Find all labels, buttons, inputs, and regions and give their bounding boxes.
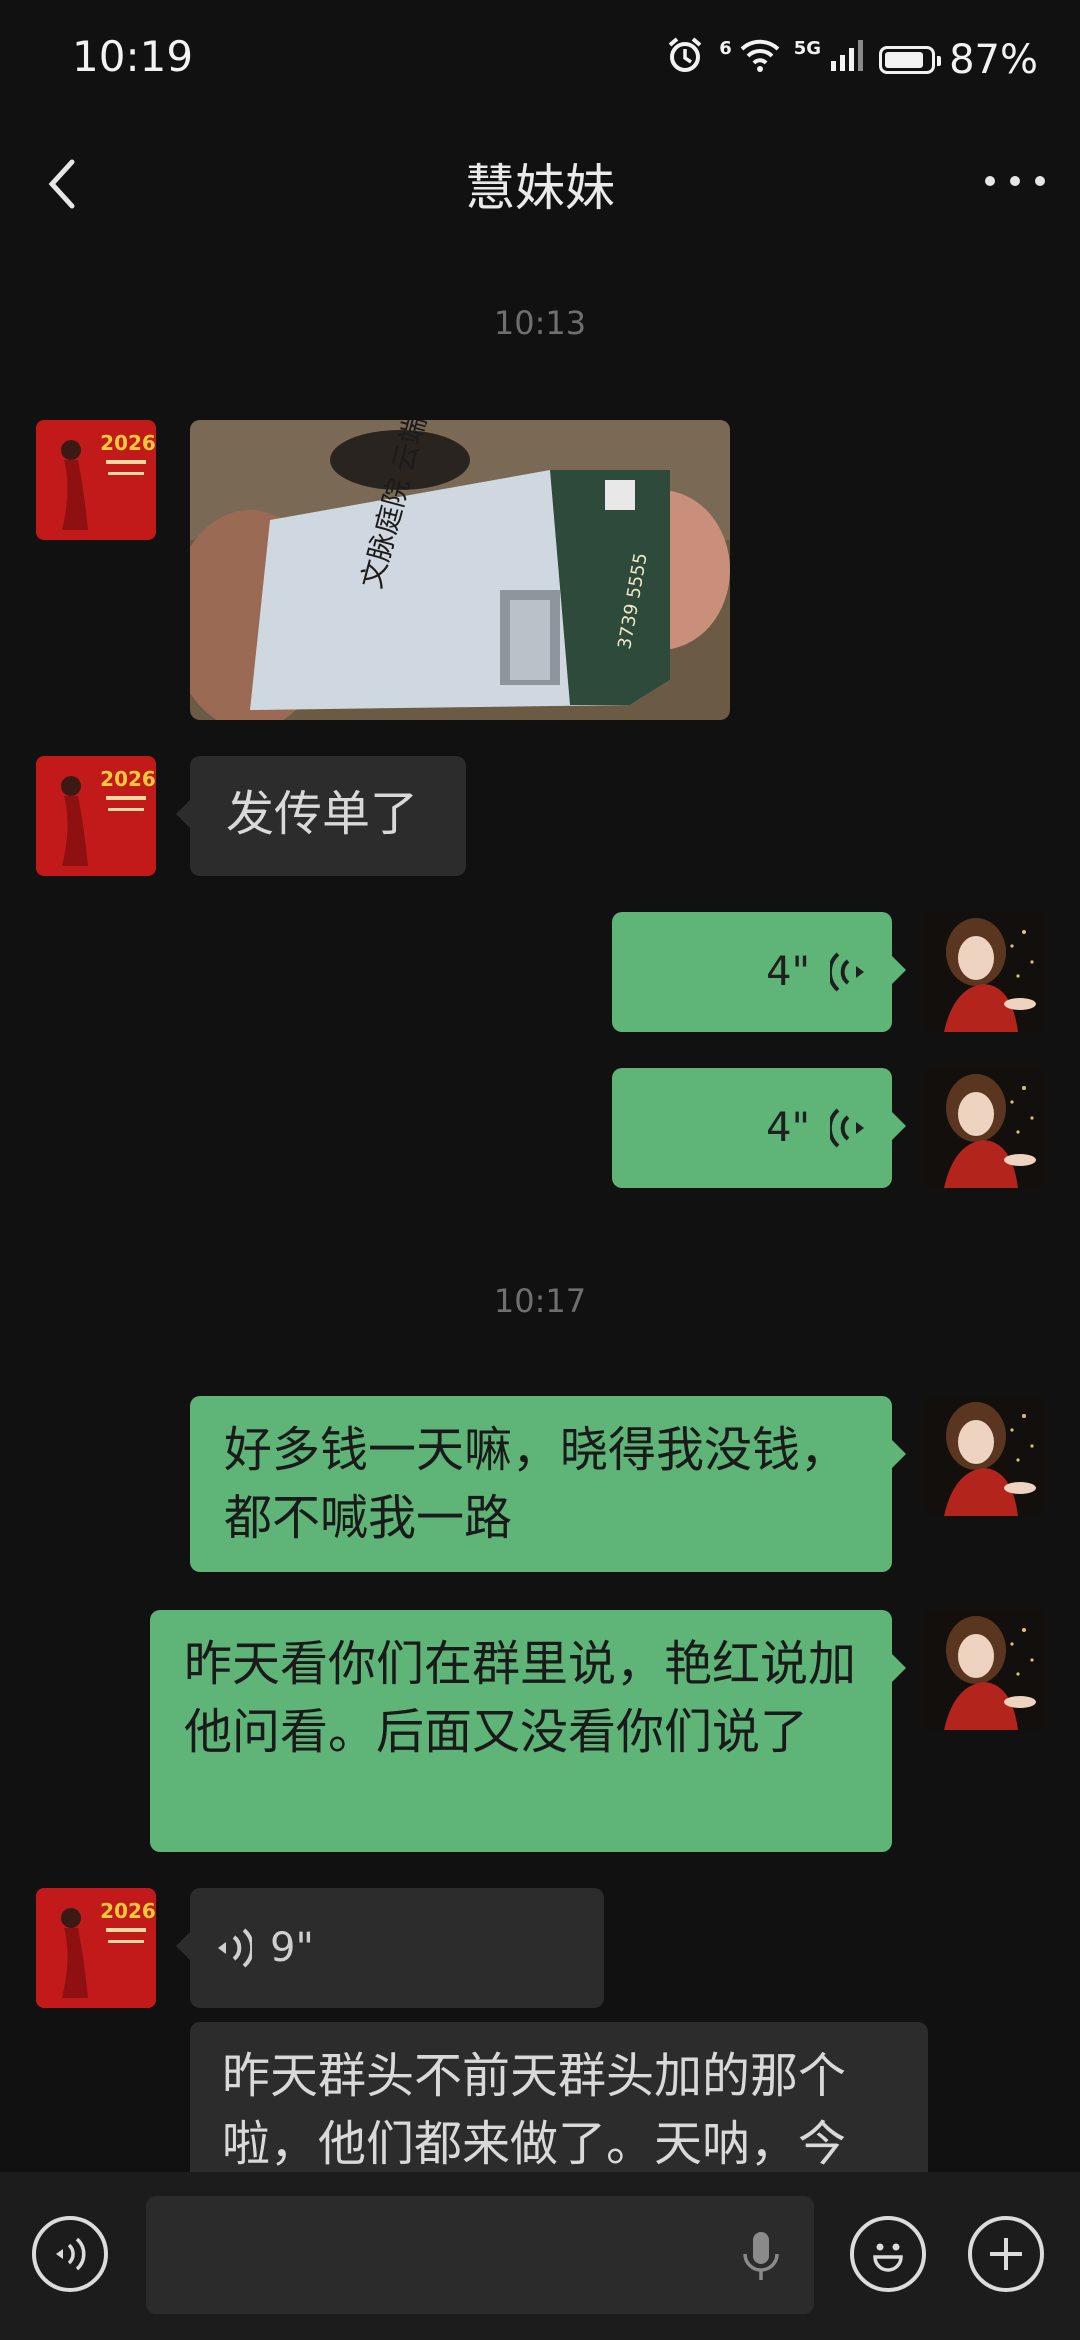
svg-text:2026: 2026 (100, 1899, 156, 1923)
voice-wave-icon (830, 952, 864, 992)
outgoing-text-message[interactable]: 好多钱一天嘛，晓得我没钱，都不喊我一路 (190, 1396, 906, 1572)
mobile-network-label: 5G (793, 37, 822, 59)
voice-duration: 4" (766, 1105, 810, 1151)
message-text: 好多钱一天嘛，晓得我没钱，都不喊我一路 (224, 1422, 849, 1546)
chat-title: 慧妹妹 (465, 159, 615, 217)
more-functions-button[interactable] (968, 2216, 1044, 2292)
outgoing-voice-message[interactable]: 4" (612, 1068, 906, 1188)
status-time: 10:19 (72, 32, 194, 81)
contact-avatar[interactable]: 2026 (36, 420, 156, 540)
message-input[interactable] (146, 2196, 814, 2314)
voice-duration: 4" (766, 949, 810, 995)
battery-text: 87% (949, 37, 1038, 83)
incoming-voice-message[interactable]: 9" (176, 1888, 604, 2008)
voice-wave-icon (218, 1928, 252, 1968)
more-dots-icon (985, 176, 1045, 186)
voice-duration: 9" (270, 1925, 314, 1971)
message-text: 发传单了 (226, 786, 419, 842)
signal-icon (829, 37, 865, 83)
contact-avatar[interactable]: 2026 (36, 756, 156, 876)
status-icons: 6 5G 87% (665, 30, 1038, 90)
incoming-text-message[interactable]: 发传单了 (176, 756, 466, 876)
svg-text:2026: 2026 (100, 431, 156, 455)
my-avatar[interactable] (924, 1068, 1044, 1188)
contact-avatar[interactable]: 2026 (36, 1888, 156, 2008)
message-text: 昨天群头不前天群头加的那个啦，他们都来做了。天呐，今 (222, 2048, 847, 2172)
microphone-icon[interactable] (736, 2226, 786, 2286)
message-text: 昨天看你们在群里说，艳红说加他问看。后面又没看你们说了 (184, 1636, 857, 1760)
my-avatar[interactable] (924, 912, 1044, 1032)
image-message[interactable]: 文脉庭院 云端高居 3739 5555 (190, 420, 730, 720)
emoji-button[interactable] (850, 2216, 926, 2292)
my-avatar[interactable] (924, 1396, 1044, 1516)
voice-wave-icon (56, 2237, 86, 2271)
outgoing-text-message[interactable]: 昨天看你们在群里说，艳红说加他问看。后面又没看你们说了 (150, 1610, 906, 1852)
voice-input-toggle-button[interactable] (32, 2216, 108, 2292)
wifi-label: 6 (719, 37, 732, 59)
svg-text:2026: 2026 (100, 767, 156, 791)
alarm-icon (665, 35, 705, 85)
outgoing-voice-message[interactable]: 4" (612, 912, 906, 1032)
plus-icon (990, 2238, 1022, 2270)
battery-icon (879, 46, 942, 74)
my-avatar[interactable] (924, 1610, 1044, 1730)
timestamp: 10:13 (493, 304, 587, 342)
timestamp: 10:17 (493, 1282, 587, 1320)
more-options-button[interactable] (980, 156, 1050, 206)
voice-wave-icon (830, 1108, 864, 1148)
battery-level (885, 52, 924, 68)
smiley-icon (873, 2243, 903, 2272)
wifi-icon (740, 37, 780, 83)
